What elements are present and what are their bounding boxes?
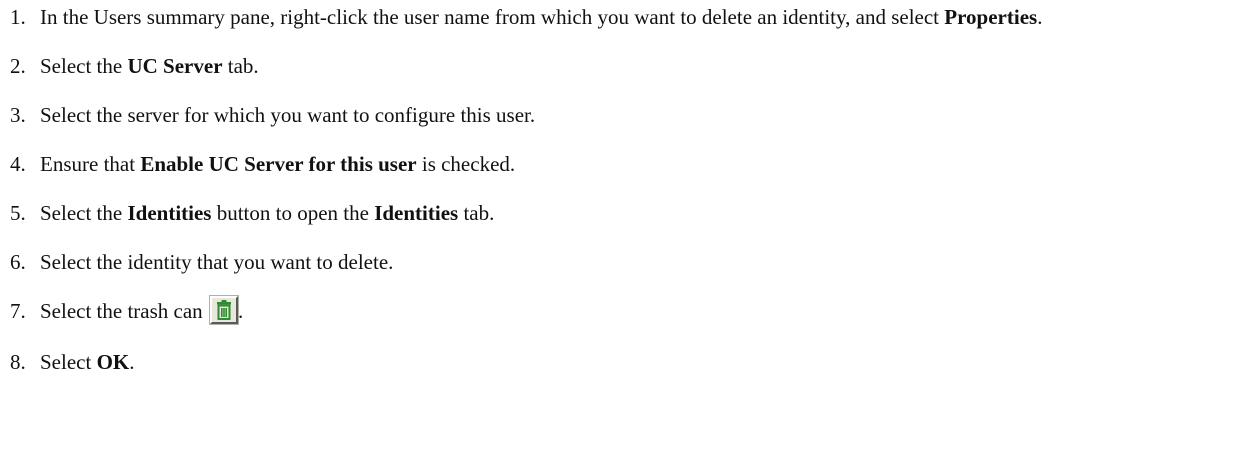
step-number: 1. xyxy=(10,5,26,29)
step-text: . xyxy=(1037,5,1043,29)
step-ui-term: Enable UC Server for this user xyxy=(140,152,417,176)
step-text: Select xyxy=(40,350,97,375)
step-item: 2. Select the UC Server tab. xyxy=(10,53,1242,80)
step-item: 5. Select the Identities button to open t… xyxy=(10,200,1242,227)
step-item: 3. Select the server for which you want t… xyxy=(10,102,1242,129)
step-ui-term: OK xyxy=(96,350,130,375)
step-text: Select the identity that you want to del… xyxy=(40,250,394,274)
instruction-steps: 1. In the Users summary pane, right-click… xyxy=(10,4,1242,398)
step-text: . xyxy=(237,299,244,323)
step-number: 8. xyxy=(10,350,26,375)
step-text: Ensure that xyxy=(40,152,141,176)
step-number: 6. xyxy=(10,250,26,274)
step-ui-term: UC Server xyxy=(127,54,223,78)
step-ui-term: Identities xyxy=(374,201,459,225)
step-item: 8. Select OK. xyxy=(10,349,1242,376)
step-item: 7. Select the trash can . xyxy=(10,295,1242,327)
step-item: 6. Select the identity that you want to d… xyxy=(10,249,1242,276)
step-text: is checked. xyxy=(416,152,516,176)
trash-can-button[interactable] xyxy=(208,295,239,326)
step-text: Select the trash can xyxy=(40,299,208,323)
step-number: 2. xyxy=(10,54,26,78)
step-item: 1. In the Users summary pane, right-click… xyxy=(10,4,1242,31)
step-number: 7. xyxy=(10,299,26,323)
step-text: In the Users summary pane, right-click t… xyxy=(40,5,945,29)
step-ui-term: Identities xyxy=(127,201,212,225)
step-text: tab. xyxy=(222,54,259,78)
step-number: 3. xyxy=(10,103,26,127)
step-text: Select the server for which you want to … xyxy=(40,103,536,127)
step-text: . xyxy=(129,350,135,375)
step-text: Select the xyxy=(40,54,128,78)
step-item: 4. Ensure that Enable UC Server for this … xyxy=(10,151,1242,178)
step-text: tab. xyxy=(458,201,495,225)
step-number: 4. xyxy=(10,152,26,176)
step-text: button to open the xyxy=(211,201,375,225)
step-number: 5. xyxy=(10,201,26,225)
step-ui-term: Properties xyxy=(944,5,1038,29)
trash-can-icon xyxy=(216,300,231,321)
step-text: Select the xyxy=(40,201,128,225)
